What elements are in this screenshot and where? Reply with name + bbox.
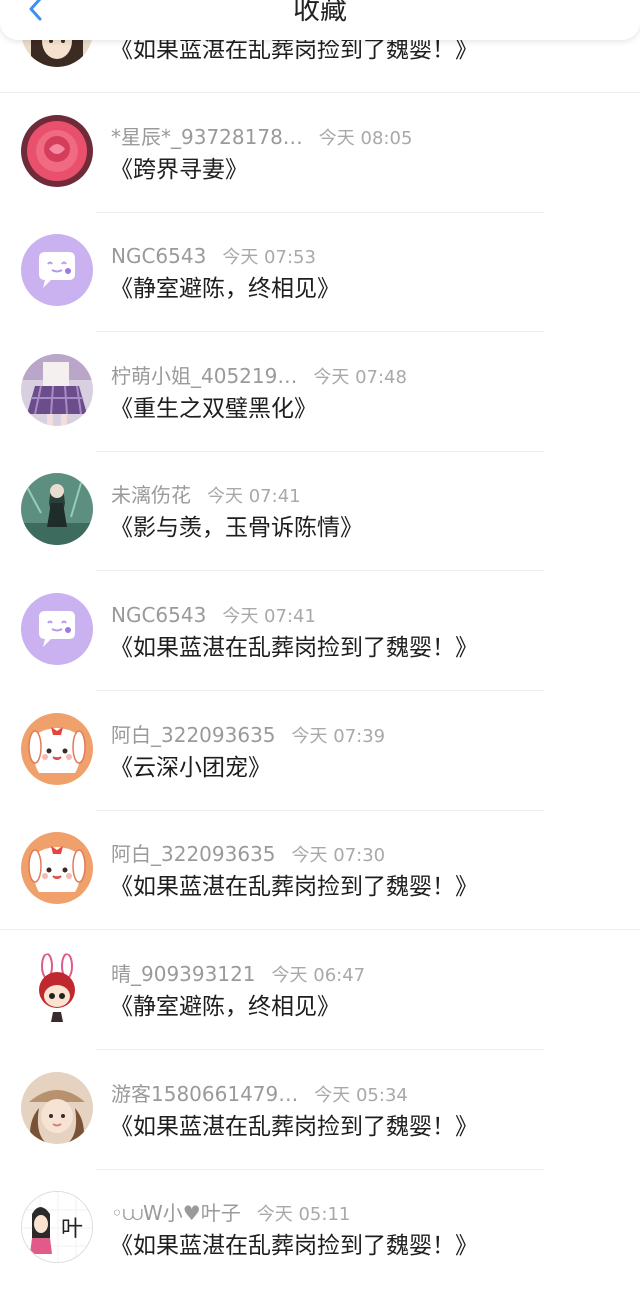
avatar[interactable] [21,832,93,904]
rabbit-hat-cartoon-icon [21,952,93,1024]
list-item[interactable]: NGC6543 今天 07:53 《静室避陈，终相见》 [0,213,640,332]
timestamp: 今天 07:53 [222,247,316,268]
story-title[interactable]: 《如果蓝湛在乱葬岗捡到了魏婴！》 [110,1112,478,1142]
list-item[interactable]: 柠萌小姐_405219… 今天 07:48 《重生之双璧黑化》 [0,333,640,452]
plaid-skirt-photo-icon [21,354,93,426]
story-title[interactable]: 《如果蓝湛在乱葬岗捡到了魏婴！》 [110,872,478,902]
divider [96,331,544,332]
girl-hat-photo-icon [21,1072,93,1144]
item-meta: 游客1580661479… 今天 05:34 [111,1081,408,1107]
user-name[interactable]: NGC6543 [111,603,206,627]
story-title[interactable]: 《如果蓝湛在乱葬岗捡到了魏婴！》 [110,633,478,663]
divider [96,690,544,691]
divider [96,1049,544,1050]
timestamp: 今天 05:34 [314,1085,408,1106]
story-title[interactable]: 《重生之双璧黑化》 [110,394,317,424]
avatar[interactable] [21,1072,93,1144]
sticker-character: 叶 [61,1217,83,1242]
default-chat-bubble-icon [21,593,93,665]
avatar[interactable] [21,234,93,306]
bunny-cartoon-icon [21,832,93,904]
avatar[interactable] [21,473,93,545]
list-item[interactable]: *星辰*_93728178… 今天 08:05 《跨界寻妻》 [0,94,640,213]
story-title[interactable]: 《如果蓝湛在乱葬岗捡到了魏婴！》 [110,1231,478,1261]
timestamp: 今天 08:05 [318,128,413,149]
top-nav-bar: 收藏 [0,0,640,40]
user-name[interactable]: 未漓伤花 [111,483,191,507]
item-meta: ◦⩊W小♥叶子 今天 05:11 [111,1200,350,1226]
divider [96,570,544,571]
story-title[interactable]: 《静室避陈，终相见》 [110,992,340,1022]
avatar[interactable] [21,713,93,785]
story-title[interactable]: 《静室避陈，终相见》 [110,274,340,304]
bunny-cartoon-icon [21,713,93,785]
user-name[interactable]: 阿白_322093635 [111,723,276,747]
timestamp: 今天 07:48 [313,367,407,388]
user-name[interactable]: 游客1580661479… [111,1082,298,1106]
item-meta: 未漓伤花 今天 07:41 [111,482,301,508]
user-name[interactable]: *星辰*_93728178… [111,125,303,149]
divider [0,92,640,93]
divider [0,929,640,930]
default-chat-bubble-icon [21,234,93,306]
avatar[interactable] [21,354,93,426]
item-meta: NGC6543 今天 07:53 [111,243,316,269]
timestamp: 今天 06:47 [271,965,366,986]
user-name[interactable]: 阿白_322093635 [111,842,276,866]
avatar[interactable] [21,952,93,1024]
item-meta: 阿白_322093635 今天 07:30 [111,841,385,867]
list-item[interactable]: 阿白_322093635 今天 07:30 《如果蓝湛在乱葬岗捡到了魏婴！》 [0,811,640,930]
item-meta: 柠萌小姐_405219… 今天 07:48 [111,363,407,389]
timestamp: 今天 05:11 [256,1204,351,1225]
list-item[interactable]: NGC6543 今天 07:41 《如果蓝湛在乱葬岗捡到了魏婴！》 [0,572,640,691]
timestamp: 今天 07:41 [222,606,316,627]
pink-rose-photo-icon [21,115,93,187]
timestamp: 今天 07:39 [291,726,386,747]
user-name[interactable]: 柠萌小姐_405219… [111,364,297,388]
list-item[interactable]: 晴_909393121 今天 06:47 《静室避陈，终相见》 [0,931,640,1050]
teal-sketch-photo-icon [21,473,93,545]
user-name[interactable]: 晴_909393121 [111,962,256,986]
avatar[interactable] [21,593,93,665]
story-title[interactable]: 《跨界寻妻》 [110,155,248,185]
page-title: 收藏 [293,0,347,26]
user-name[interactable]: NGC6543 [111,244,206,268]
list-item[interactable]: 未漓伤花 今天 07:41 《影与羡，玉骨诉陈情》 [0,452,640,571]
user-name[interactable]: ◦⩊W小♥叶子 [111,1201,241,1225]
list-item[interactable]: 叶 ◦⩊W小♥叶子 今天 05:11 《如果蓝湛在乱葬岗捡到了魏婴！》 [0,1170,640,1289]
list-item[interactable]: 游客1580661479… 今天 05:34 《如果蓝湛在乱葬岗捡到了魏婴！》 [0,1051,640,1170]
timestamp: 今天 07:30 [291,845,386,866]
avatar[interactable] [21,115,93,187]
ye-character-sticker-icon: 叶 [22,1192,92,1262]
story-title[interactable]: 《影与羡，玉骨诉陈情》 [110,513,363,543]
avatar[interactable]: 叶 [21,1191,93,1263]
story-title[interactable]: 《云深小团宠》 [110,753,271,783]
item-meta: 阿白_322093635 今天 07:39 [111,722,385,748]
list-item[interactable]: 阿白_322093635 今天 07:39 《云深小团宠》 [0,692,640,811]
timestamp: 今天 07:41 [207,486,301,507]
item-meta: NGC6543 今天 07:41 [111,602,316,628]
item-meta: 晴_909393121 今天 06:47 [111,961,365,987]
item-meta: *星辰*_93728178… 今天 08:05 [111,124,412,150]
